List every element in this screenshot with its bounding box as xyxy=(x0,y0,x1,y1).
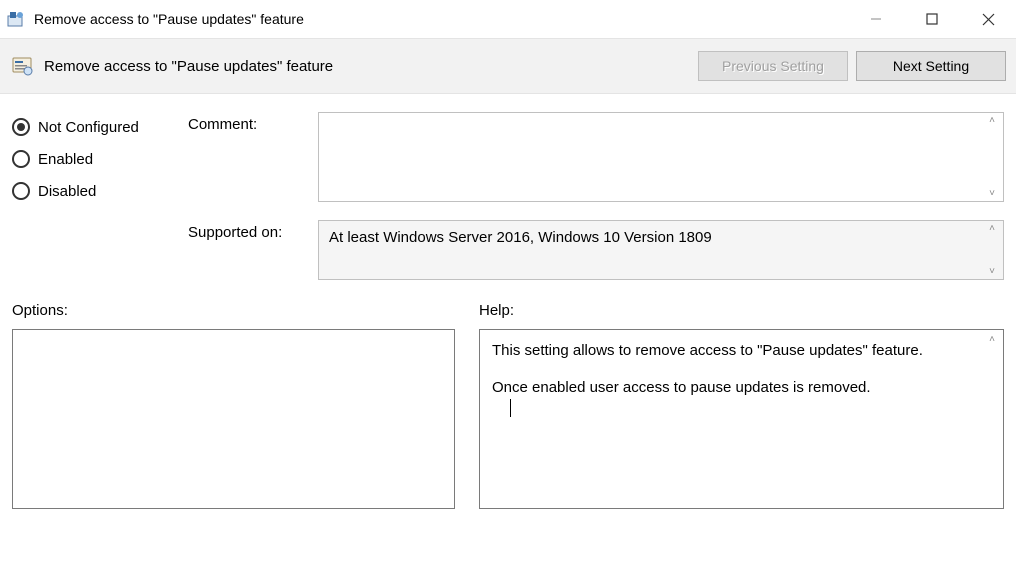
radio-disabled[interactable]: Disabled xyxy=(12,182,188,200)
policy-title: Remove access to "Pause updates" feature xyxy=(44,58,333,75)
comment-label: Comment: xyxy=(188,112,318,202)
state-radio-group: Not Configured Enabled Disabled xyxy=(12,112,188,290)
options-label: Options: xyxy=(12,302,455,319)
toolbar: Remove access to "Pause updates" feature… xyxy=(0,38,1016,94)
help-label: Help: xyxy=(479,302,1004,319)
window-title: Remove access to "Pause updates" feature xyxy=(34,11,304,27)
text-cursor xyxy=(510,399,511,417)
scroll-up-icon: ˄ xyxy=(989,223,995,234)
radio-not-configured[interactable]: Not Configured xyxy=(12,118,188,136)
title-bar: Remove access to "Pause updates" feature xyxy=(0,0,1016,38)
comment-textarea[interactable]: ˄ ˅ xyxy=(318,112,1004,202)
window-controls xyxy=(848,0,1016,38)
scroll-up-icon[interactable]: ˄ xyxy=(983,332,1001,347)
previous-setting-button: Previous Setting xyxy=(698,51,848,81)
supported-on-box: At least Windows Server 2016, Windows 10… xyxy=(318,220,1004,280)
help-text-line: This setting allows to remove access to … xyxy=(492,340,991,363)
radio-icon xyxy=(12,118,30,136)
scroll-down-icon: ˅ xyxy=(989,188,995,199)
radio-icon xyxy=(12,182,30,200)
radio-label: Enabled xyxy=(38,151,93,168)
minimize-button[interactable] xyxy=(848,0,904,38)
policy-icon xyxy=(10,54,34,78)
help-panel: This setting allows to remove access to … xyxy=(479,329,1004,509)
supported-on-label: Supported on: xyxy=(188,220,318,280)
next-setting-button[interactable]: Next Setting xyxy=(856,51,1006,81)
scrollbar[interactable]: ˄ ˅ xyxy=(983,223,1001,277)
maximize-button[interactable] xyxy=(904,0,960,38)
radio-enabled[interactable]: Enabled xyxy=(12,150,188,168)
close-button[interactable] xyxy=(960,0,1016,38)
help-text-line: Once enabled user access to pause update… xyxy=(492,379,871,396)
radio-label: Disabled xyxy=(38,183,96,200)
radio-icon xyxy=(12,150,30,168)
scrollbar[interactable]: ˄ ˅ xyxy=(983,115,1001,199)
scroll-up-icon: ˄ xyxy=(989,115,995,126)
app-icon xyxy=(6,9,26,29)
options-panel xyxy=(12,329,455,509)
radio-label: Not Configured xyxy=(38,119,139,136)
supported-on-value: At least Windows Server 2016, Windows 10… xyxy=(329,229,712,246)
scroll-down-icon: ˅ xyxy=(989,266,995,277)
